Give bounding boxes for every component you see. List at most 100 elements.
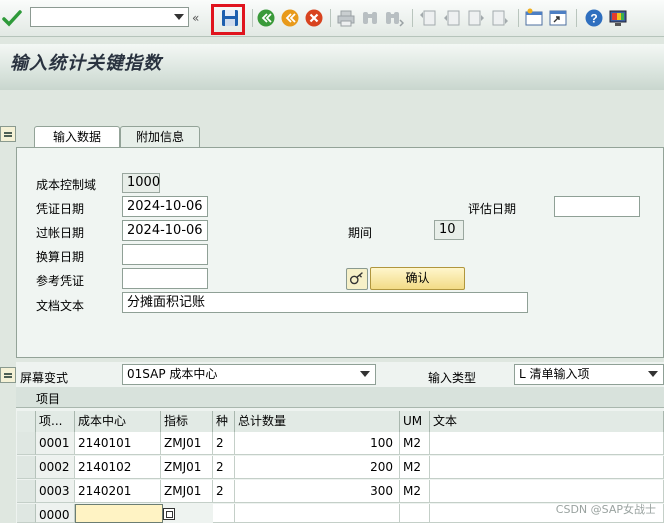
column-header-category[interactable]: 种 — [213, 411, 235, 432]
document-text-field[interactable]: 分摊面积记账 — [122, 292, 528, 313]
confirm-button[interactable]: 确认 — [370, 267, 465, 290]
page-title: 输入统计关键指数 — [10, 53, 162, 74]
grid-cell-total-quantity[interactable]: 300 — [235, 480, 400, 503]
posting-date-label: 过帐日期 — [36, 226, 85, 240]
row-selector[interactable] — [17, 504, 36, 523]
execute-button[interactable] — [346, 268, 368, 290]
input-type-label: 输入类型 — [428, 371, 477, 385]
grid-cell-item: 0000 — [36, 504, 75, 523]
tab-panel-input-data — [16, 147, 664, 358]
first-page-icon[interactable] — [418, 8, 438, 28]
screen-variant-toggle-icon[interactable] — [0, 367, 16, 383]
row-selector[interactable] — [17, 432, 36, 455]
create-session-icon[interactable] — [524, 8, 544, 28]
screen-variant-value: 01SAP 成本中心 — [127, 367, 218, 381]
cancel-icon[interactable] — [304, 8, 324, 28]
find-next-icon[interactable] — [384, 8, 404, 28]
screen-area-toggle-icon[interactable] — [0, 126, 16, 142]
reference-document-field[interactable] — [122, 268, 208, 289]
grid-cell-cost-center[interactable]: 2140201 — [75, 480, 161, 503]
grid-cell-category: 2 — [213, 480, 235, 503]
execute-icon — [349, 272, 363, 285]
shortcut-icon[interactable] — [548, 8, 568, 28]
column-header-stat-key-figure[interactable]: 指标 — [161, 411, 213, 432]
row-selector[interactable] — [17, 480, 36, 503]
controlling-area-label: 成本控制域 — [36, 178, 97, 192]
posting-date-field[interactable]: 2024-10-06 — [122, 220, 208, 241]
toolbar-separator — [412, 9, 413, 27]
column-header-text[interactable]: 文本 — [430, 411, 664, 432]
grid-cell-total-quantity[interactable] — [235, 504, 400, 523]
controlling-area-field: 1000 — [122, 173, 160, 193]
chevron-down-icon[interactable] — [174, 14, 184, 20]
grid-select-all[interactable] — [17, 411, 36, 432]
toolbar-separator — [576, 9, 577, 27]
screen-variant-select[interactable]: 01SAP 成本中心 — [122, 364, 376, 385]
valuation-date-field[interactable] — [554, 196, 640, 217]
grid-cell-unit[interactable] — [400, 504, 430, 523]
grid-cell-text[interactable] — [430, 456, 664, 479]
last-page-icon[interactable] — [490, 8, 510, 28]
back-icon[interactable] — [256, 8, 276, 28]
column-header-item[interactable]: 项... — [36, 411, 75, 432]
translation-date-label: 换算日期 — [36, 250, 85, 264]
grid-title-bar — [16, 387, 664, 408]
grid-cell-total-quantity[interactable]: 100 — [235, 432, 400, 455]
screen-variant-label: 屏幕变式 — [20, 371, 69, 385]
document-date-field[interactable]: 2024-10-06 — [122, 196, 208, 217]
chevron-down-icon[interactable] — [360, 371, 370, 377]
check-icon[interactable] — [2, 8, 22, 28]
grid-cell-category: 2 — [213, 432, 235, 455]
exit-icon[interactable] — [280, 8, 300, 28]
toolbar-separator — [518, 9, 519, 27]
toolbar-separator — [252, 9, 253, 27]
grid-cell-stat-key-figure[interactable]: ZMJ01 — [161, 480, 213, 503]
svg-text:?: ? — [590, 12, 597, 26]
reference-document-label: 参考凭证 — [36, 274, 85, 288]
grid-cell-category: 2 — [213, 456, 235, 479]
grid-cell-item: 0001 — [36, 432, 75, 455]
grid-cell-item: 0002 — [36, 456, 75, 479]
toolbar-separator — [330, 9, 331, 27]
grid-cell-category — [213, 504, 235, 523]
column-header-total-quantity[interactable]: 总计数量 — [235, 411, 400, 432]
grid-cell-stat-key-figure[interactable]: ZMJ01 — [161, 456, 213, 479]
watermark: CSDN @SAP女战士 — [555, 503, 656, 516]
grid-cell-cost-center[interactable]: 2140102 — [75, 456, 161, 479]
grid-cell-text[interactable] — [430, 432, 664, 455]
grid-cell-text[interactable] — [430, 480, 664, 503]
tab-input-data[interactable]: 输入数据 — [34, 126, 120, 148]
input-type-value: L 清单输入项 — [519, 367, 590, 381]
help-icon[interactable]: ? — [584, 8, 604, 28]
grid-cell-item: 0003 — [36, 480, 75, 503]
grid-cell-cost-center-active[interactable] — [75, 504, 163, 523]
grid-cell-total-quantity[interactable]: 200 — [235, 456, 400, 479]
find-icon[interactable] — [360, 8, 380, 28]
customize-layout-icon[interactable] — [608, 8, 628, 28]
document-text-label: 文档文本 — [36, 299, 85, 313]
period-field: 10 — [434, 220, 464, 240]
command-field[interactable] — [30, 7, 189, 27]
grid-cell-unit[interactable]: M2 — [400, 456, 430, 479]
grid-cell-cost-center[interactable]: 2140101 — [75, 432, 161, 455]
previous-page-icon[interactable] — [442, 8, 462, 28]
row-selector[interactable] — [17, 456, 36, 479]
translation-date-field[interactable] — [122, 244, 208, 265]
column-header-cost-center[interactable]: 成本中心 — [75, 411, 161, 432]
valuation-date-label: 评估日期 — [468, 202, 517, 216]
grid-cell-unit[interactable]: M2 — [400, 432, 430, 455]
grid-title: 项目 — [36, 392, 61, 406]
column-header-unit[interactable]: UM — [400, 411, 430, 432]
value-help-icon[interactable] — [163, 508, 175, 520]
document-date-label: 凭证日期 — [36, 202, 85, 216]
double-chevron-left-icon[interactable]: « — [192, 11, 206, 25]
input-type-select[interactable]: L 清单输入项 — [514, 364, 664, 385]
chevron-down-icon[interactable] — [648, 371, 658, 377]
tab-additional-info[interactable]: 附加信息 — [120, 126, 200, 147]
grid-cell-unit[interactable]: M2 — [400, 480, 430, 503]
next-page-icon[interactable] — [466, 8, 486, 28]
print-icon[interactable] — [336, 8, 356, 28]
grid-cell-stat-key-figure[interactable]: ZMJ01 — [161, 432, 213, 455]
save-highlight-box — [211, 4, 245, 35]
period-label: 期间 — [348, 226, 373, 240]
